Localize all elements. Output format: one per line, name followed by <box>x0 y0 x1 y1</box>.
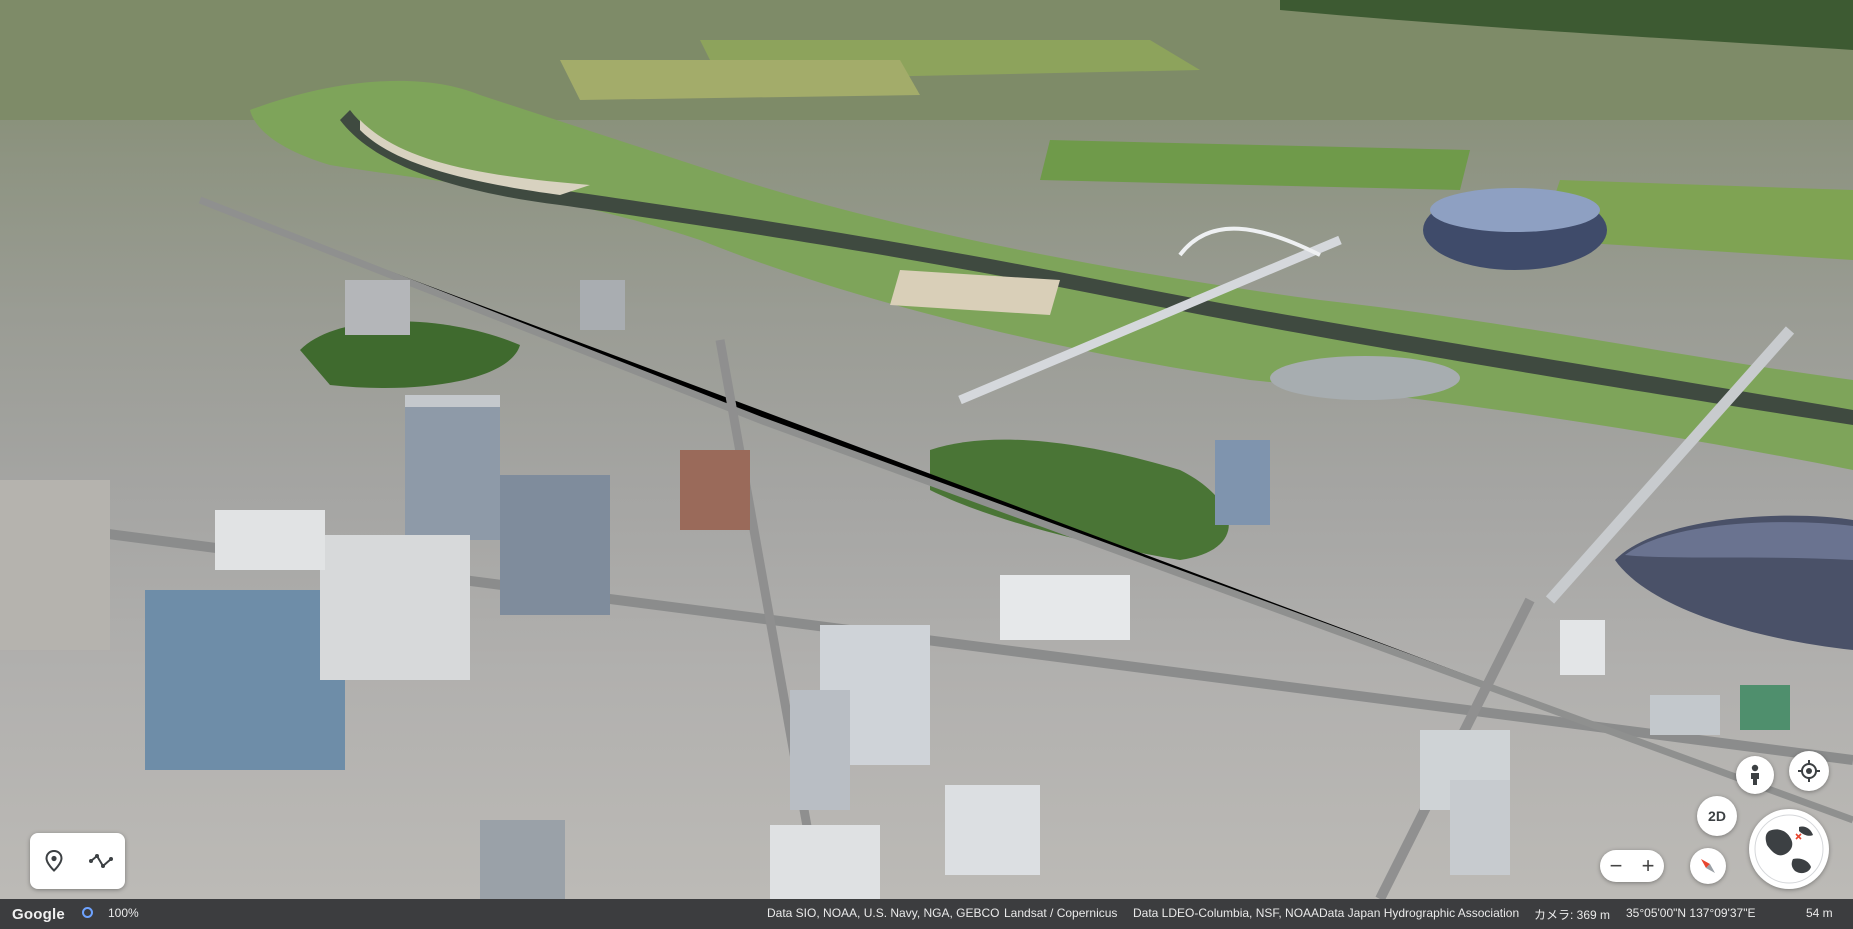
location-pin-button[interactable] <box>36 843 72 879</box>
building <box>405 395 500 540</box>
building <box>1560 620 1605 675</box>
building <box>1450 780 1510 875</box>
attribution-text[interactable]: Data LDEO-Columbia, NSF, NOAA <box>1133 906 1319 920</box>
building <box>945 785 1040 875</box>
building <box>0 480 110 650</box>
building <box>1740 685 1790 730</box>
building <box>500 475 610 615</box>
sports-track <box>1270 356 1460 400</box>
building <box>790 690 850 810</box>
compass-button[interactable] <box>1690 848 1726 884</box>
building <box>1215 440 1270 525</box>
path-icon <box>89 854 114 868</box>
aerial-3d-view[interactable] <box>0 0 1853 899</box>
camera-altitude: カメラ: 369 m <box>1534 908 1611 922</box>
attribution-text[interactable]: Data Japan Hydrographic Association <box>1319 906 1519 920</box>
zoom-control: − + <box>1600 850 1664 882</box>
building <box>345 280 410 335</box>
globe-button[interactable] <box>1749 809 1829 889</box>
street-view-button[interactable] <box>1736 756 1774 794</box>
building <box>580 280 625 330</box>
compass-icon <box>1701 859 1715 873</box>
globe-icon <box>1754 814 1824 884</box>
building <box>320 535 470 680</box>
building <box>480 820 565 899</box>
building <box>680 450 750 530</box>
google-logo: Google <box>12 906 65 923</box>
attribution-text[interactable]: Data SIO, NOAA, U.S. Navy, NGA, GEBCO <box>767 906 1000 920</box>
building <box>1000 575 1130 640</box>
building <box>215 510 325 570</box>
loading-percent: 100% <box>108 906 139 920</box>
measure-path-button[interactable] <box>83 843 119 879</box>
bridge-arch <box>1178 226 1321 257</box>
building <box>145 590 345 770</box>
building <box>1650 695 1720 735</box>
arena-roof <box>1625 522 1853 560</box>
rice-field <box>560 60 920 100</box>
my-location-icon <box>1798 760 1820 782</box>
loading-indicator-icon <box>82 907 93 918</box>
zoom-in-button[interactable]: + <box>1632 850 1664 882</box>
building-roof <box>405 395 500 407</box>
my-location-button[interactable] <box>1789 751 1829 791</box>
terrain-layer <box>0 0 1853 899</box>
green-field <box>1040 140 1470 190</box>
building <box>770 825 880 899</box>
stadium-roof <box>1430 188 1600 232</box>
toggle-2d-button[interactable]: 2D <box>1697 796 1737 836</box>
zoom-out-button[interactable]: − <box>1600 850 1632 882</box>
map-tools-card <box>30 833 125 889</box>
coordinates-readout: 35°05'00"N 137°09'37"E <box>1626 906 1756 920</box>
location-pin-icon <box>45 850 63 872</box>
scale-readout[interactable]: 54 m <box>1806 906 1833 920</box>
attribution-text[interactable]: Landsat / Copernicus <box>1004 906 1117 920</box>
pegman-icon <box>1751 764 1759 785</box>
